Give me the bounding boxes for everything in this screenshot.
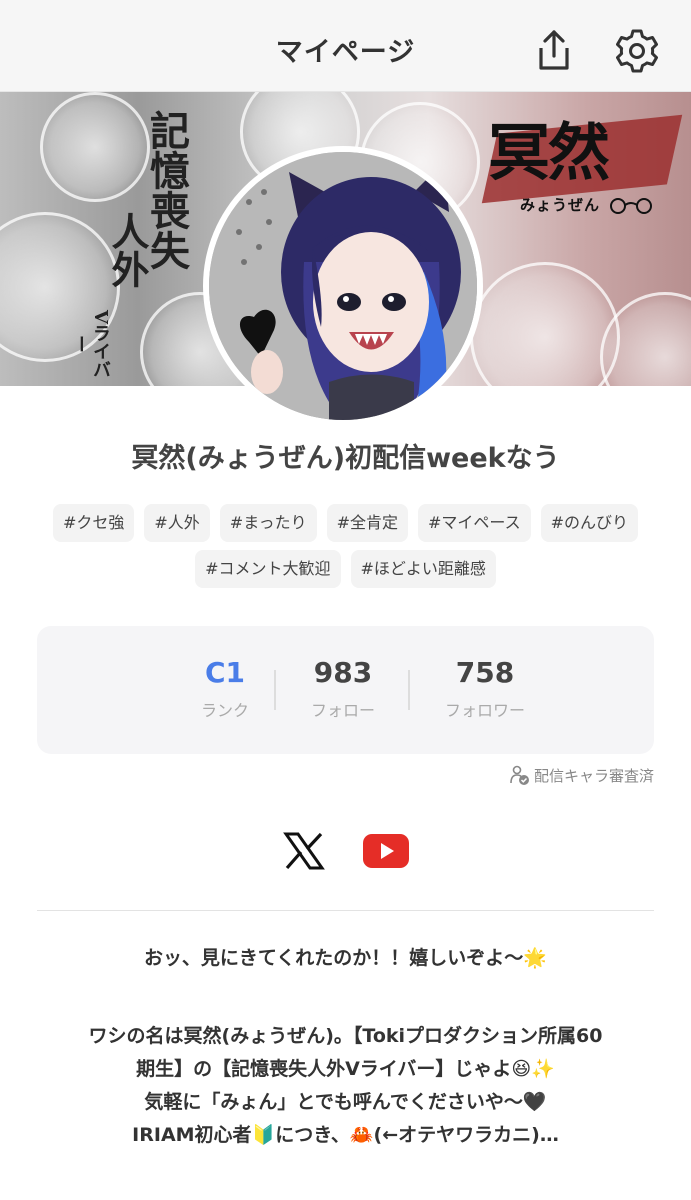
follow-count: 983 (313, 656, 373, 689)
banner-vertical-text: 人外 (105, 212, 150, 288)
rank-value: C1 (204, 656, 246, 689)
logo-kanji: 冥然 (488, 116, 610, 189)
logo-kana: みょうぜん (520, 194, 658, 215)
tag-list: #コメント大歓迎 #ほどよい距離感 (40, 550, 651, 588)
glasses-icon (610, 197, 653, 214)
rank-stat[interactable]: C1 ランク (160, 656, 290, 721)
verified-text: 配信キャラ審査済 (533, 766, 654, 785)
followers-stat[interactable]: 758 フォロワー (420, 656, 550, 721)
tag-chip[interactable]: #のんびり (540, 504, 639, 542)
verified-character-icon (510, 765, 529, 785)
bio-line: 気軽に「みょん」とでも呼んでくださいや〜🖤 (144, 1091, 547, 1113)
tag-chip[interactable]: #ほどよい距離感 (350, 550, 496, 588)
channel-logo: 冥然 みょうぜん (481, 102, 683, 222)
profile-bio: おッ、見にきてくれたのか！！嬉しいぞよ〜🌟 ワシの名は冥然(みょうぜん)。【To… (30, 942, 661, 1152)
top-navigation-bar: マイページ (0, 0, 691, 92)
followers-label: フォロワー (444, 701, 525, 720)
share-icon[interactable] (532, 28, 576, 72)
rank-label: ランク (200, 701, 249, 720)
section-divider (37, 910, 654, 911)
bio-line: 期生】の【記憶喪失人外Vライバー】じゃよ😆✨ (136, 1058, 555, 1080)
bio-line: IRIAM初心者🔰につき、🦀(←オテヤワラカニ)… (132, 1124, 559, 1146)
followers-count: 758 (455, 656, 515, 689)
x-logo-icon[interactable] (283, 832, 325, 870)
tag-chip[interactable]: #人外 (144, 504, 210, 542)
tag-chip[interactable]: #まったり (219, 504, 317, 542)
stats-divider (274, 670, 276, 710)
page-title: マイページ (275, 37, 416, 68)
banner-flower (40, 92, 150, 202)
youtube-icon[interactable] (363, 834, 409, 868)
follow-stat[interactable]: 983 フォロー (278, 656, 408, 721)
stats-card: C1 ランク 983 フォロー 758 フォロワー (37, 626, 654, 754)
tag-chip[interactable]: #マイペース (418, 504, 531, 542)
banner-vertical-text: Vライバー (70, 310, 111, 378)
bio-line: ワシの名は冥然(みょうぜん)。【Tokiプロダクション所属60 (88, 1025, 603, 1047)
tag-chip[interactable]: #クセ強 (52, 504, 135, 542)
verified-badge: 配信キャラ審査済 (508, 764, 654, 786)
tag-chip[interactable]: #全肯定 (326, 504, 408, 542)
banner-flower (470, 262, 620, 386)
profile-name: 冥然(みょうぜん)初配信weekなう (131, 443, 560, 474)
avatar-illustration (209, 152, 477, 420)
avatar[interactable] (209, 152, 477, 420)
settings-gear-icon[interactable] (613, 27, 661, 75)
follow-label: フォロー (310, 701, 375, 720)
tag-list: #クセ強 #人外 #まったり #全肯定 #マイペース #のんびり (40, 504, 651, 542)
tag-chip[interactable]: #コメント大歓迎 (195, 550, 341, 588)
bio-line: おッ、見にきてくれたのか！！嬉しいぞよ〜🌟 (144, 947, 547, 969)
stats-divider (408, 670, 410, 710)
